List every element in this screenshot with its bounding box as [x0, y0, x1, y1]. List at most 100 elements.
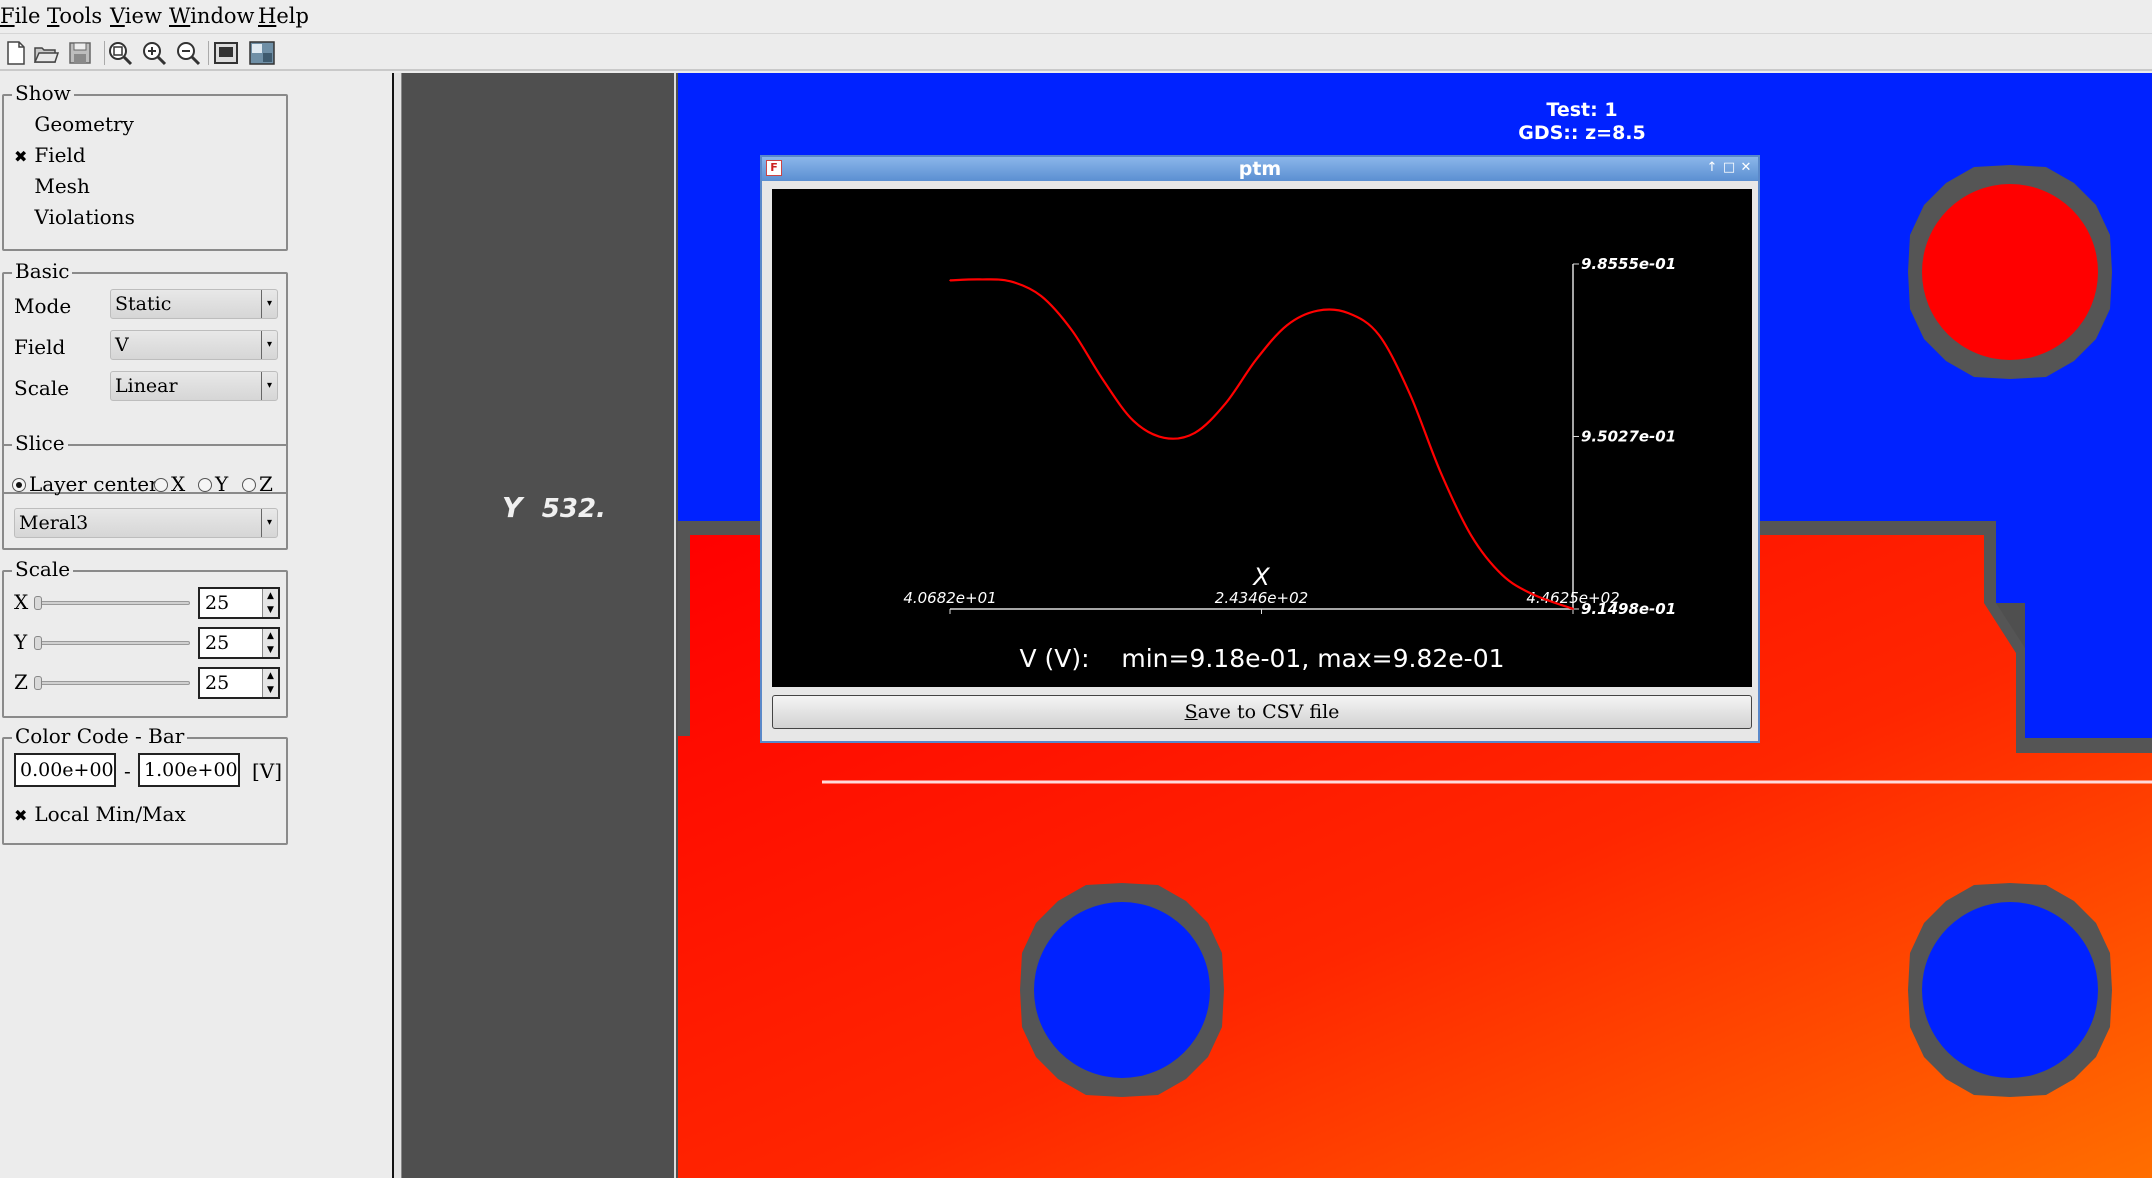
y-tick-label: 9.1498e-01	[1581, 600, 1676, 618]
scale-z-label: Z	[14, 670, 28, 694]
data-point	[1224, 402, 1227, 405]
data-point	[1132, 419, 1135, 422]
slice-layer-center-radio[interactable]: Layer center	[12, 472, 159, 496]
slice-x-radio[interactable]: X	[154, 472, 185, 496]
y-tick-label: 9.8555e-01	[1581, 255, 1676, 273]
scale-y-slider[interactable]	[38, 641, 190, 645]
unit-label: [V]	[252, 759, 283, 783]
zoom-out-icon[interactable]	[174, 39, 202, 67]
ptm-title: ptm	[1238, 158, 1282, 180]
data-point	[1531, 593, 1534, 596]
chevron-down-icon: ▾	[261, 290, 277, 318]
menu-window[interactable]: Window	[169, 4, 255, 28]
slice-z-radio[interactable]: Z	[242, 472, 273, 496]
data-point	[1378, 334, 1380, 336]
scale-z-spinbox[interactable]: 25 ▲ ▼	[198, 667, 280, 699]
data-point	[1009, 280, 1012, 283]
show-geometry-checkbox[interactable]: Geometry	[14, 112, 134, 136]
image-export-icon[interactable]	[248, 39, 276, 67]
scale-y-spinbox[interactable]: 25 ▲ ▼	[198, 627, 280, 659]
plot-summary: V (V): min=9.18e-01, max=9.82e-01	[1019, 644, 1504, 673]
data-point	[1572, 608, 1574, 610]
scale-z-slider[interactable]	[38, 681, 190, 685]
scale-select[interactable]: Linear ▾	[110, 371, 278, 401]
data-point	[1286, 324, 1288, 327]
scale-y-label: Y	[14, 630, 28, 654]
open-folder-icon[interactable]	[32, 39, 60, 67]
scale-x-slider[interactable]	[38, 601, 190, 605]
color-code-group: Color Code - Bar 0.00e+00 - 1.00e+00 [V]…	[2, 724, 288, 845]
menu-bar: File Tools View Window Help	[0, 0, 2152, 34]
menu-view[interactable]: View	[110, 4, 162, 28]
data-point	[1255, 358, 1257, 361]
data-point	[949, 279, 951, 282]
test-label: Test: 1	[1546, 99, 1618, 121]
scale-x-label: X	[14, 590, 29, 614]
field-select[interactable]: V ▾	[110, 330, 278, 360]
field-label: Field	[14, 335, 66, 359]
panel-splitter[interactable]	[392, 73, 402, 1178]
menu-help[interactable]: Help	[258, 4, 309, 28]
x-tick-label: 2.4346e+02	[1215, 589, 1308, 607]
local-minmax-checkbox[interactable]: ✖ Local Min/Max	[14, 802, 186, 826]
scale-x-slider-handle[interactable]	[34, 596, 42, 610]
layer-select[interactable]: Meral3 ▾	[14, 508, 278, 538]
screenshot-icon[interactable]	[212, 39, 240, 67]
scale-z-slider-handle[interactable]	[34, 676, 42, 690]
chevron-down-icon: ▾	[261, 509, 277, 537]
field-check-mark: ✖	[14, 147, 28, 166]
scale-x-spinbox[interactable]: 25 ▲ ▼	[198, 587, 280, 619]
data-point	[1470, 534, 1473, 537]
y-axis-readout: Y 532.	[502, 491, 606, 524]
show-group: Show Geometry ✖ Field Mesh Violations	[2, 81, 288, 251]
plot-svg: 4.0682e+01 2.4346e+02 4.4625e+029.8555e-01…	[903, 255, 1676, 673]
scale-group: Scale X 25 ▲ ▼ Y 25 ▲ ▼ Z 25 ▲ ▼	[2, 557, 288, 718]
pin-icon[interactable]: ↑	[1704, 160, 1720, 176]
data-point	[1347, 312, 1350, 314]
data-point	[1101, 378, 1104, 380]
data-point	[1163, 436, 1165, 439]
series-line	[949, 278, 1574, 610]
data-point	[1439, 471, 1442, 473]
menu-tools[interactable]: Tools	[47, 4, 102, 28]
basic-group-title: Basic	[12, 259, 73, 283]
maximize-icon[interactable]: □	[1721, 160, 1737, 176]
toolbar	[0, 35, 2152, 71]
x-axis-title: X	[1251, 563, 1270, 591]
slice-y-radio[interactable]: Y	[198, 472, 228, 496]
show-group-title: Show	[12, 81, 74, 105]
ptm-dialog: F ptm ↑ □ ✕ 4.0682e+01 2.4346e+02 4.4625e+…	[760, 155, 1760, 743]
local-minmax-check-mark: ✖	[14, 806, 28, 825]
close-icon[interactable]: ✕	[1738, 160, 1754, 176]
slice-group-title: Slice	[12, 431, 68, 455]
zoom-in-icon[interactable]	[140, 39, 168, 67]
control-panel: Show Geometry ✖ Field Mesh Violations Ba…	[0, 73, 396, 1178]
data-point	[1193, 432, 1196, 434]
x-tick-label: 4.0682e+01	[903, 589, 996, 607]
save-icon[interactable]	[66, 39, 94, 67]
chevron-down-icon: ▾	[261, 331, 277, 359]
y-tick-label: 9.5027e-01	[1581, 427, 1676, 445]
slice-group: Slice Layer center X Y Z Meral3 ▾	[2, 431, 288, 550]
mode-label: Mode	[14, 294, 72, 318]
scale-y-slider-handle[interactable]	[34, 636, 42, 650]
show-violations-checkbox[interactable]: Violations	[14, 205, 134, 229]
show-field-checkbox[interactable]: ✖ Field	[14, 143, 86, 167]
menu-file[interactable]: File	[0, 4, 40, 28]
range-dash: -	[124, 759, 131, 783]
color-max-input[interactable]: 1.00e+00	[138, 753, 240, 787]
show-mesh-checkbox[interactable]: Mesh	[14, 174, 89, 198]
data-point	[1040, 295, 1042, 297]
color-min-input[interactable]: 0.00e+00	[14, 753, 116, 787]
zoom-fit-icon[interactable]	[106, 39, 134, 67]
data-point	[1408, 392, 1411, 395]
gds-label: GDS:: z=8.5	[1518, 122, 1646, 144]
chevron-down-icon: ▾	[261, 372, 277, 400]
ptm-titlebar[interactable]: F ptm ↑ □ ✕	[762, 157, 1758, 181]
color-code-group-title: Color Code - Bar	[12, 724, 188, 748]
scale-label: Scale	[14, 376, 70, 400]
new-file-icon[interactable]	[2, 39, 30, 67]
mode-select[interactable]: Static ▾	[110, 289, 278, 319]
save-csv-button[interactable]: Save to CSV file	[772, 695, 1752, 729]
data-point	[1316, 309, 1319, 312]
